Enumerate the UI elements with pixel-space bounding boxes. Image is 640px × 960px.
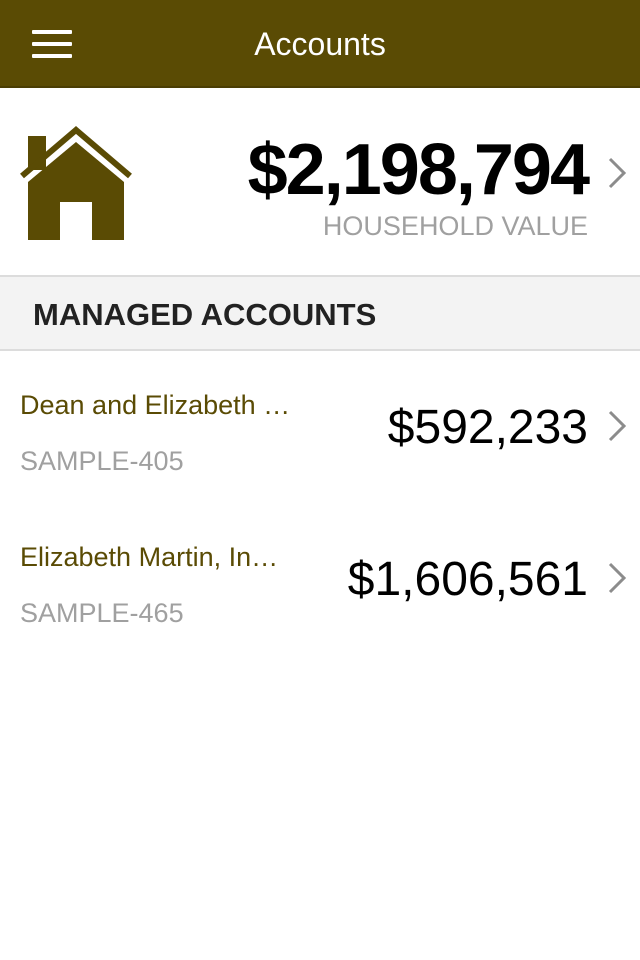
account-number: SAMPLE-465: [20, 598, 184, 628]
account-name: Dean and Elizabeth …: [20, 390, 291, 420]
account-name: Elizabeth Martin, In…: [20, 542, 279, 572]
managed-accounts-header: MANAGED ACCOUNTS: [0, 277, 640, 351]
account-value: $1,606,561: [347, 553, 588, 606]
household-value: $2,198,794: [247, 130, 590, 210]
menu-bar-middle: [32, 42, 72, 46]
hamburger-menu-icon[interactable]: [22, 22, 82, 66]
account-number: SAMPLE-405: [20, 446, 184, 476]
section-title: MANAGED ACCOUNTS: [33, 297, 377, 332]
account-value: $592,233: [387, 401, 588, 454]
accounts-screen: Accounts $2,198,794 HOUSEHOLD VALUE MANA…: [0, 0, 640, 960]
household-value-label: HOUSEHOLD VALUE: [322, 211, 588, 241]
page-title: Accounts: [254, 26, 386, 62]
navigation-bar: Accounts: [0, 0, 640, 88]
chevron-right-icon: [608, 410, 627, 442]
menu-bar-top: [32, 30, 72, 34]
chevron-right-icon: [608, 157, 627, 189]
account-row[interactable]: Dean and Elizabeth … SAMPLE-405 $592,233: [0, 351, 640, 503]
household-summary-row[interactable]: $2,198,794 HOUSEHOLD VALUE: [0, 88, 640, 277]
chevron-right-icon: [608, 562, 627, 594]
account-row[interactable]: Elizabeth Martin, In… SAMPLE-465 $1,606,…: [0, 503, 640, 655]
house-icon: [20, 126, 132, 240]
menu-bar-bottom: [32, 54, 72, 58]
